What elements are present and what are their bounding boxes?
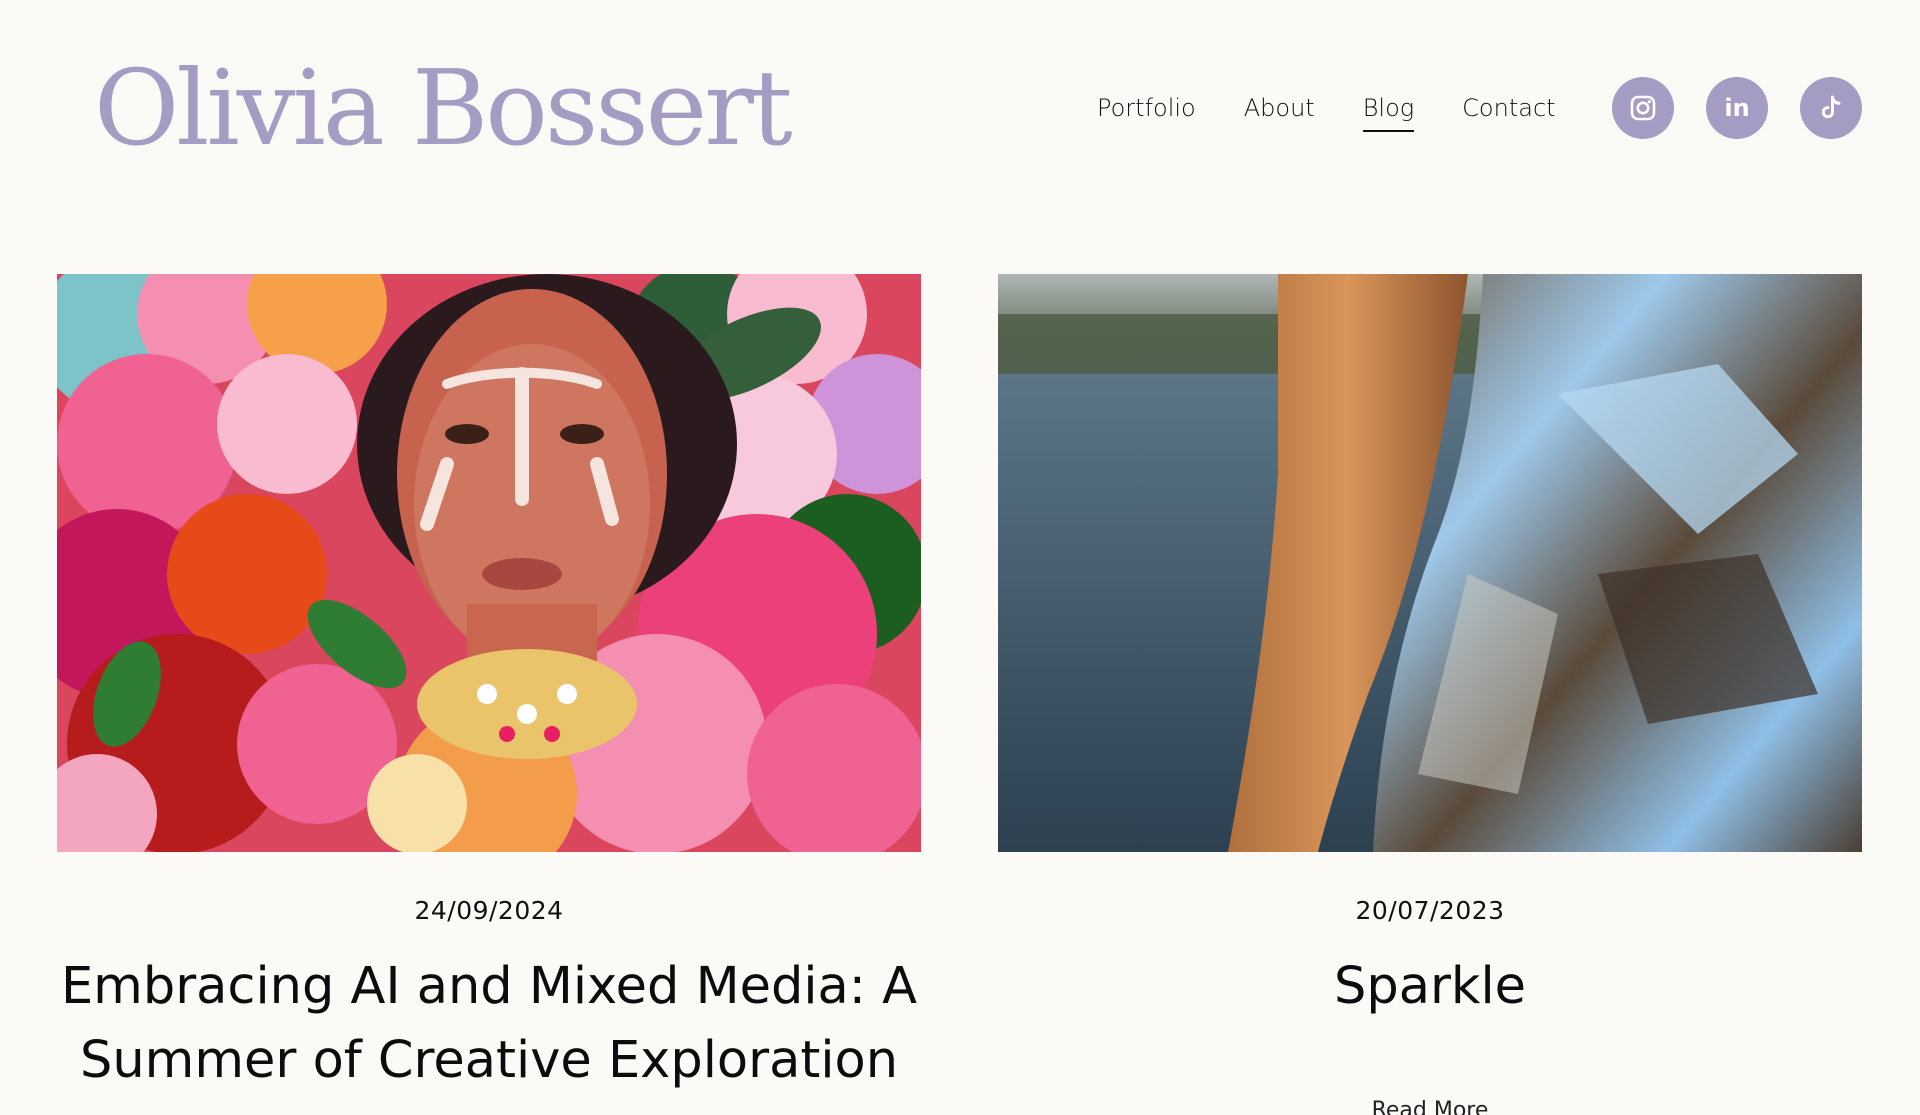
nav-item-about[interactable]: About	[1244, 88, 1315, 132]
linkedin-icon: in	[1724, 94, 1750, 122]
post-date: 20/07/2023	[1355, 896, 1505, 925]
instagram-button[interactable]	[1612, 77, 1674, 139]
post-title[interactable]: Embracing AI and Mixed Media: A Summer o…	[57, 950, 921, 1098]
linkedin-button[interactable]: in	[1706, 77, 1768, 139]
post-date: 24/09/2024	[414, 896, 564, 925]
read-more-link[interactable]: Read More	[998, 1096, 1862, 1115]
post-title[interactable]: Sparkle	[998, 950, 1862, 1024]
floral-portrait-illustration	[57, 274, 921, 852]
post-image-floral-portrait[interactable]	[57, 274, 921, 852]
nav-item-portfolio[interactable]: Portfolio	[1097, 88, 1196, 132]
nav-item-contact[interactable]: Contact	[1462, 88, 1555, 132]
tiktok-icon	[1821, 95, 1841, 119]
site-logo[interactable]: Olivia Bossert	[94, 48, 793, 168]
social-links: in	[1612, 77, 1862, 139]
sequin-dress-illustration	[998, 274, 1862, 852]
tiktok-button[interactable]	[1800, 77, 1862, 139]
instagram-icon	[1630, 95, 1656, 121]
nav-item-blog[interactable]: Blog	[1362, 88, 1415, 132]
post-image-sequin-dress[interactable]	[998, 274, 1862, 852]
main-nav: Portfolio About Blog Contact	[1097, 88, 1556, 132]
